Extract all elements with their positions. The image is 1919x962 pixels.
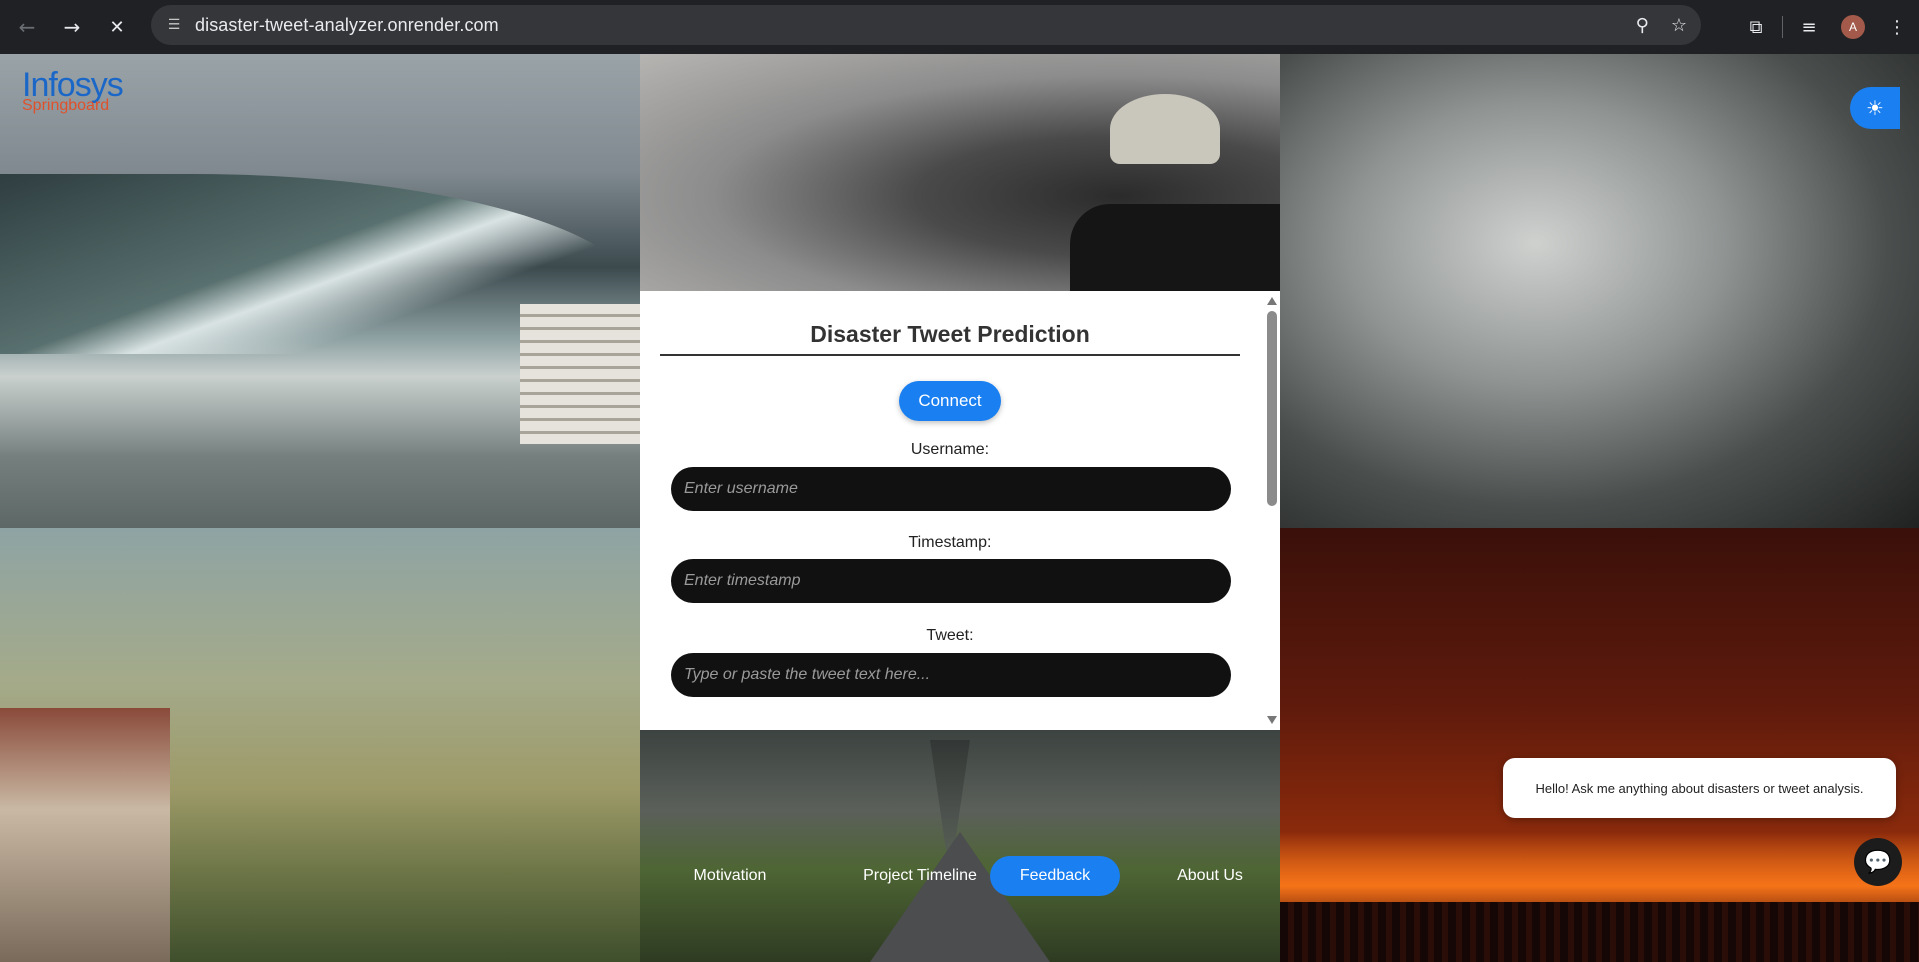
url-text[interactable]: disaster-tweet-analyzer.onrender.com — [195, 15, 499, 36]
chatbot-greeting-text: Hello! Ask me anything about disasters o… — [1535, 780, 1864, 796]
flood-image — [0, 528, 640, 962]
profile-button[interactable]: A — [1831, 5, 1875, 49]
burned-village-image — [1280, 54, 1919, 528]
back-icon[interactable]: ← — [10, 10, 44, 44]
username-placeholder: Enter username — [684, 480, 798, 497]
bookmark-star-icon[interactable]: ☆ — [1671, 15, 1687, 36]
scrollbar-thumb[interactable] — [1267, 311, 1277, 506]
tree-line-shape — [1280, 902, 1919, 962]
infosys-springboard-logo: Infosys Springboard — [22, 68, 124, 114]
firefighter-image — [640, 54, 1280, 291]
media-controls-icon[interactable]: ≡ — [1787, 5, 1831, 49]
tsunami-image — [0, 54, 640, 528]
site-info-icon[interactable]: ☰ — [163, 14, 185, 36]
username-field[interactable]: Enter username — [671, 467, 1231, 511]
username-label: Username: — [910, 441, 990, 458]
form-scrollbar[interactable] — [1264, 291, 1280, 730]
avatar: A — [1841, 15, 1865, 39]
connect-button[interactable]: Connect — [899, 381, 1001, 421]
extensions-icon[interactable]: ⧉ — [1734, 5, 1778, 49]
address-bar[interactable]: ☰ disaster-tweet-analyzer.onrender.com ⚲… — [151, 5, 1701, 45]
tweet-placeholder: Type or paste the tweet text here... — [684, 666, 931, 683]
buildings-shape — [520, 304, 640, 444]
logo-line2: Springboard — [22, 97, 110, 114]
prediction-form-card: Disaster Tweet Prediction Connect Userna… — [640, 291, 1280, 730]
helmet-shape — [1110, 94, 1220, 164]
timestamp-field[interactable]: Enter timestamp — [671, 559, 1231, 603]
browser-menu-icon[interactable]: ⋮ — [1875, 5, 1919, 49]
timestamp-placeholder: Enter timestamp — [684, 572, 801, 589]
forward-icon[interactable]: → — [55, 10, 89, 44]
sun-icon: ☀ — [1866, 96, 1884, 120]
toolbar-divider — [1782, 16, 1783, 38]
theme-toggle-button[interactable]: ☀ — [1850, 87, 1900, 129]
chatbot-greeting-bubble: Hello! Ask me anything about disasters o… — [1503, 758, 1896, 818]
timestamp-label: Timestamp: — [908, 534, 992, 551]
stop-loading-icon[interactable]: ✕ — [100, 10, 134, 44]
chat-icon: 💬 — [1864, 849, 1892, 875]
wildfire-image — [1280, 528, 1919, 962]
nav-project-timeline[interactable]: Project Timeline — [840, 856, 1000, 896]
road-shape — [870, 832, 1050, 962]
tornado-road-image — [640, 730, 1280, 962]
tweet-field[interactable]: Type or paste the tweet text here... — [671, 653, 1231, 697]
chatbot-open-button[interactable]: 💬 — [1854, 838, 1902, 886]
scroll-down-arrow-icon[interactable] — [1267, 716, 1277, 724]
page-title: Disaster Tweet Prediction — [660, 321, 1240, 356]
zoom-icon[interactable]: ⚲ — [1636, 15, 1649, 36]
tweet-label: Tweet: — [926, 627, 974, 644]
scroll-up-arrow-icon[interactable] — [1267, 297, 1277, 305]
nav-motivation[interactable]: Motivation — [680, 856, 780, 896]
nav-feedback[interactable]: Feedback — [990, 856, 1120, 896]
bottom-navigation: Motivation Project Timeline Feedback Abo… — [640, 856, 1280, 896]
form-scroll-area[interactable]: Disaster Tweet Prediction Connect Userna… — [640, 291, 1264, 730]
coat-shape — [1070, 204, 1280, 291]
page: Infosys Springboard ☀ Disaster Tweet Pre… — [0, 54, 1919, 962]
house-shape — [0, 708, 170, 962]
browser-toolbar: ← → ✕ ☰ disaster-tweet-analyzer.onrender… — [0, 0, 1919, 54]
nav-about-us[interactable]: About Us — [1160, 856, 1260, 896]
